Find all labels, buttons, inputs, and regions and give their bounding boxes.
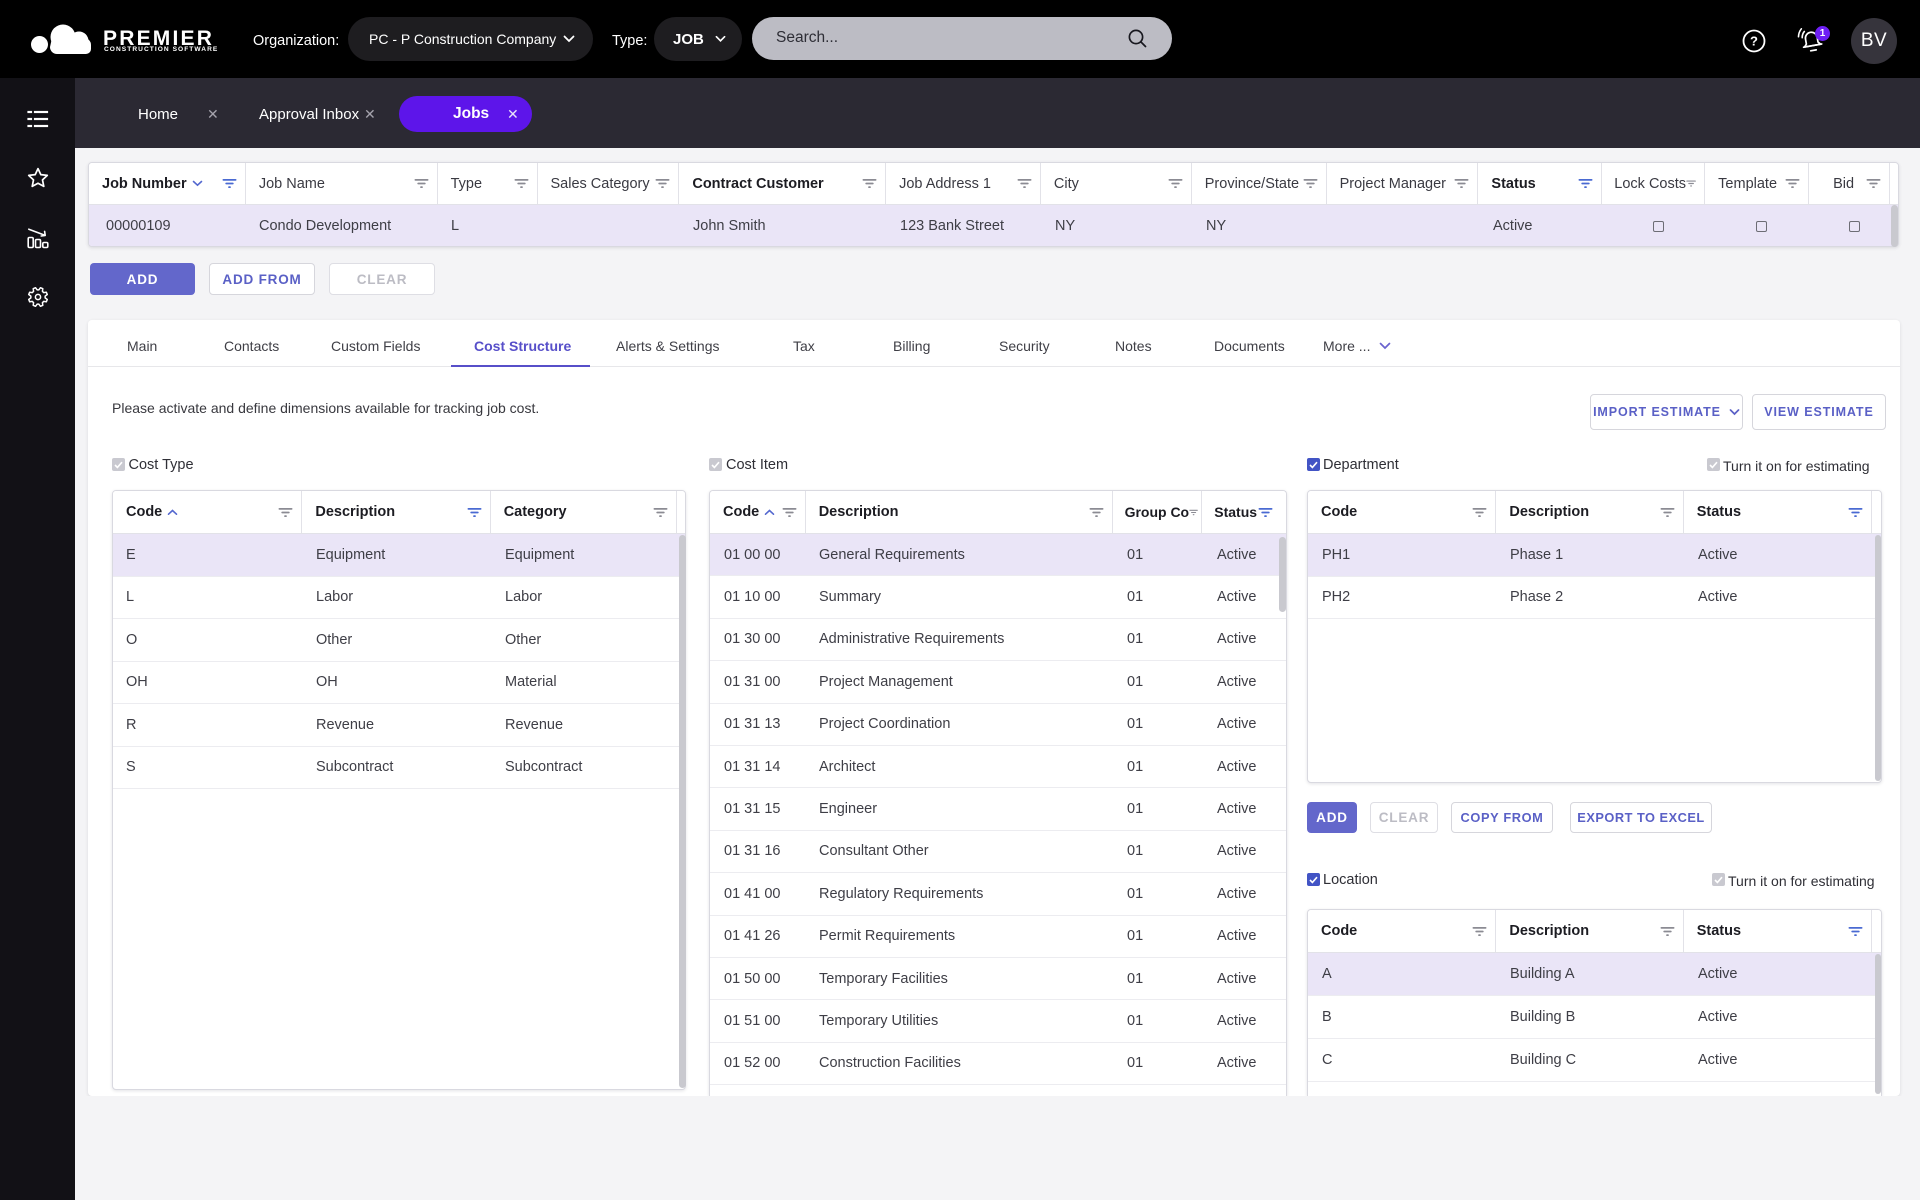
svg-text:?: ? [1750, 34, 1758, 49]
